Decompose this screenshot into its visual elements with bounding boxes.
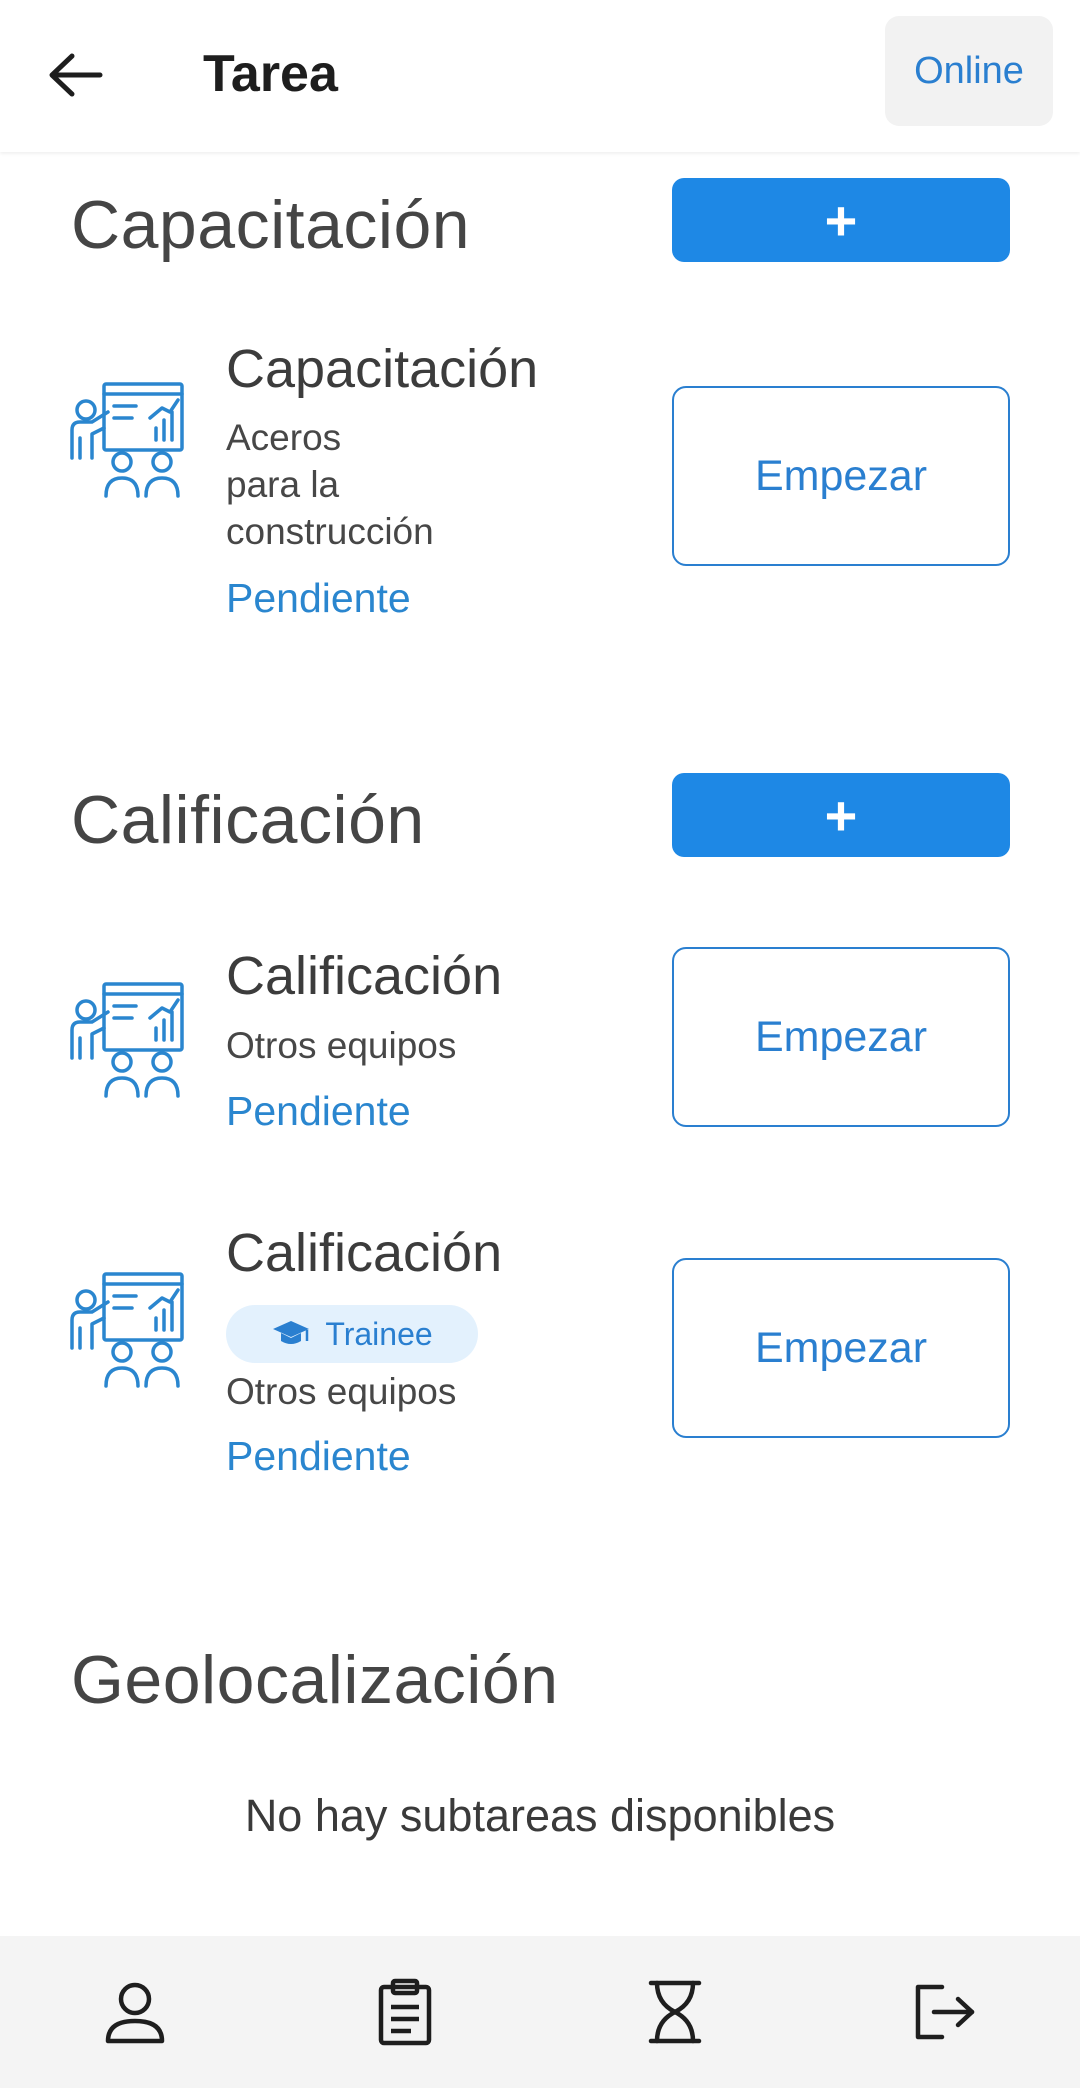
item-subtitle: Otros equipos [226, 1025, 457, 1066]
bottom-navigation [0, 1936, 1080, 2088]
online-status-button[interactable]: Online [885, 16, 1053, 126]
item-subtitle: Aceros para la construcción [226, 417, 434, 552]
start-button[interactable]: Empezar [672, 1258, 1010, 1438]
start-button[interactable]: Empezar [672, 386, 1010, 566]
logout-icon [915, 1984, 975, 2040]
add-calificacion-button[interactable]: + [672, 773, 1010, 857]
training-presentation-icon [70, 1272, 184, 1388]
nav-history[interactable] [615, 1952, 735, 2072]
item-title: Capacitación [226, 339, 539, 399]
trainee-badge: Trainee [226, 1305, 478, 1363]
training-presentation-icon [70, 982, 184, 1098]
section-title-calificacion: Calificación [71, 782, 425, 858]
item-title: Calificación [226, 946, 503, 1006]
back-button[interactable] [40, 40, 110, 110]
item-status: Pendiente [226, 1088, 411, 1134]
section-title-capacitacion: Capacitación [71, 187, 471, 263]
item-status: Pendiente [226, 575, 411, 621]
nav-logout[interactable] [885, 1952, 1005, 2072]
graduation-cap-icon [273, 1321, 310, 1344]
page-title: Tarea [203, 45, 338, 103]
app-header: Tarea Online [0, 0, 1080, 152]
item-title: Calificación [226, 1223, 503, 1283]
add-capacitacion-button[interactable]: + [672, 178, 1010, 262]
start-button[interactable]: Empezar [672, 947, 1010, 1127]
section-title-geolocalizacion: Geolocalización [71, 1642, 559, 1718]
training-presentation-icon [70, 382, 184, 498]
hourglass-icon [648, 1980, 702, 2044]
item-subtitle: Otros equipos [226, 1371, 457, 1412]
arrow-left-icon [49, 53, 103, 97]
badge-label: Trainee [325, 1315, 433, 1352]
user-icon [105, 1982, 165, 2044]
item-status: Pendiente [226, 1433, 411, 1479]
clipboard-icon [378, 1978, 432, 2046]
nav-tasks[interactable] [345, 1952, 465, 2072]
nav-profile[interactable] [75, 1952, 195, 2072]
empty-state-message: No hay subtareas disponibles [244, 1790, 836, 1841]
